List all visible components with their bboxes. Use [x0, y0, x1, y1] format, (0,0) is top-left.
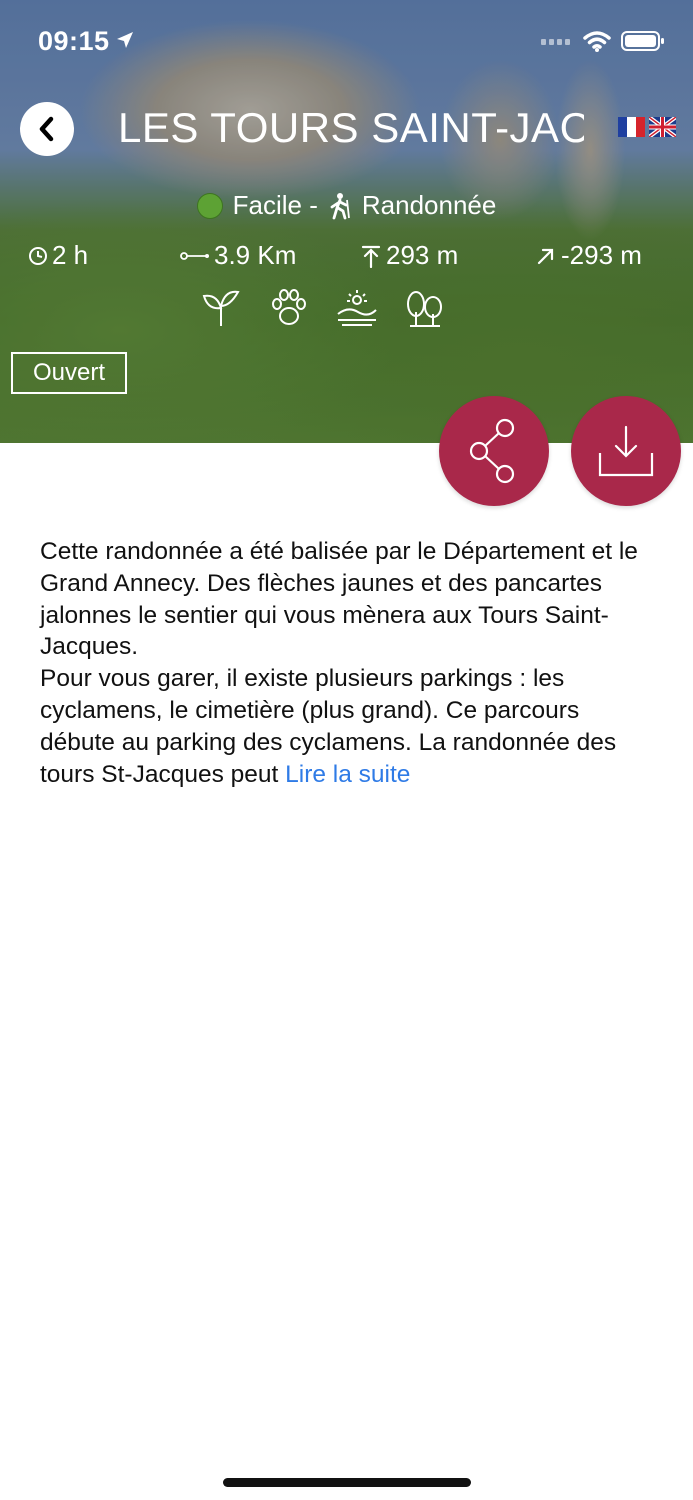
description-paragraph-2: Pour vous garer, il existe plusieurs par…	[40, 663, 652, 790]
difficulty-row: Facile - Randonnée	[0, 190, 693, 221]
forest-icon	[407, 291, 442, 327]
share-button[interactable]	[439, 396, 549, 506]
elevation-gain-icon	[361, 245, 381, 268]
download-icon	[598, 425, 654, 477]
chevron-left-icon	[39, 116, 54, 142]
home-indicator[interactable]	[223, 1478, 471, 1487]
arrow-diagonal-icon	[537, 248, 554, 264]
gb-flag-icon[interactable]	[649, 117, 676, 137]
location-arrow-icon	[117, 32, 133, 48]
fr-flag-icon[interactable]	[618, 117, 645, 137]
share-icon	[469, 418, 515, 484]
status-badge: Ouvert	[11, 352, 127, 394]
difficulty-dot-icon	[196, 192, 223, 219]
trail-title: LES TOURS SAINT-JAC	[118, 104, 584, 151]
clock-icon	[29, 246, 47, 265]
activity-label: Randonnée	[361, 190, 497, 220]
trail-stats: 2 h 3.9 Km 293 m -293 m	[0, 240, 693, 276]
elevation-gain-value: 293 m	[386, 240, 459, 270]
trail-description: Cette randonnée a été balisée par le Dép…	[40, 536, 652, 790]
theme-icons	[200, 288, 446, 328]
flora-icon	[202, 290, 240, 326]
difficulty-label: Facile -	[232, 190, 318, 220]
wifi-icon	[583, 31, 611, 52]
distance-icon	[180, 251, 209, 260]
status-icons	[541, 30, 665, 52]
back-button[interactable]	[20, 102, 74, 156]
duration-stat: 2 h	[28, 240, 88, 271]
elevation-loss-value: -293 m	[561, 240, 642, 270]
distance-value: 3.9 Km	[214, 240, 297, 270]
hiker-icon	[330, 192, 350, 219]
language-switcher	[618, 117, 676, 137]
elevation-gain-stat: 293 m	[360, 240, 458, 271]
distance-stat: 3.9 Km	[180, 240, 296, 271]
read-more-link[interactable]: Lire la suite	[285, 761, 410, 788]
description-paragraph-1: Cette randonnée a été balisée par le Dép…	[40, 538, 638, 661]
fauna-icon	[272, 289, 306, 325]
battery-icon	[621, 31, 664, 51]
status-time: 09:15	[38, 26, 110, 56]
signal-icon	[541, 39, 570, 45]
landscape-icon	[337, 290, 377, 326]
download-button[interactable]	[571, 396, 681, 506]
duration-value: 2 h	[52, 240, 89, 270]
elevation-loss-stat: -293 m	[535, 240, 642, 271]
